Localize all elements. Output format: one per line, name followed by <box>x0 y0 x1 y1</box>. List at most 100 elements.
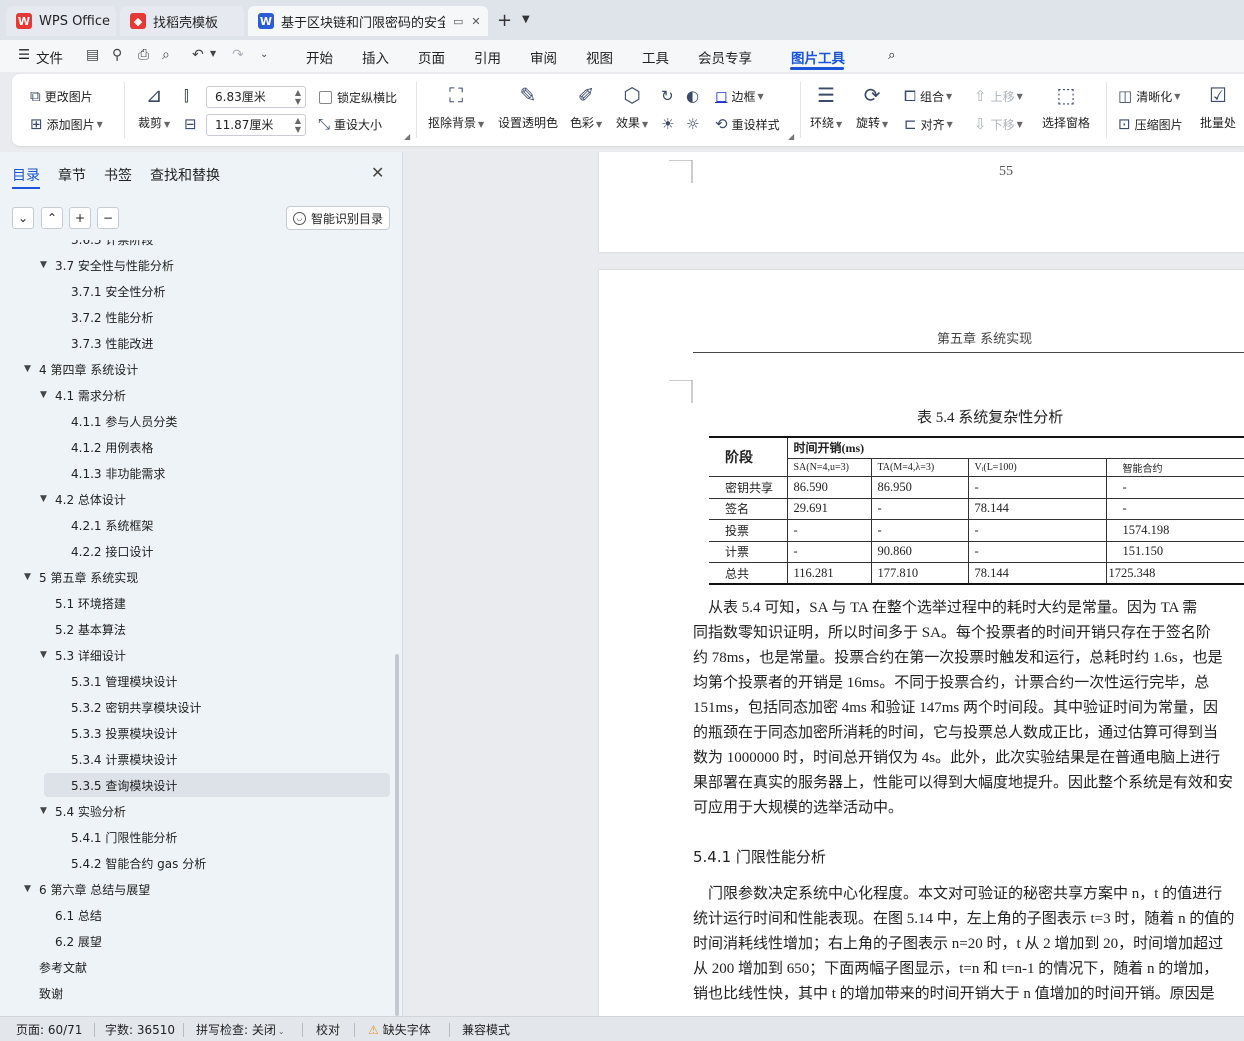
menu-member[interactable]: 会员专享 <box>698 47 752 67</box>
undo-icon[interactable]: ↶ <box>192 47 204 63</box>
brightness-icon[interactable]: ☀ <box>661 115 678 133</box>
link-icon[interactable]: ⚲ <box>112 47 122 63</box>
spell-check-toggle[interactable]: 拼写检查: 关闭 ⌄ <box>196 1021 285 1038</box>
menu-tools[interactable]: 工具 <box>642 47 669 67</box>
toc-item[interactable]: 6.1 总结 <box>0 903 392 927</box>
toc-item[interactable]: 5.3.2 密钥共享模块设计 <box>0 695 392 719</box>
toc-item[interactable]: 4.2.2 接口设计 <box>0 539 392 563</box>
brightness-down-icon[interactable]: ☼ <box>686 115 703 133</box>
send-backward-button[interactable]: ⇩ 下移 ▼ <box>974 115 1023 133</box>
print-icon[interactable]: ⎙ <box>138 47 149 63</box>
toc-item[interactable]: ▼ 5.4 实验分析 <box>0 799 392 823</box>
sidebar-tab-find-replace[interactable]: 查找和替换 <box>150 165 220 185</box>
sidebar-tab-chapters[interactable]: 章节 <box>58 165 86 185</box>
toc-item[interactable]: ▼ 4.2 总体设计 <box>0 487 392 511</box>
monitor-icon[interactable]: ▭ <box>453 15 463 28</box>
change-image-button[interactable]: ⧉ 更改图片 <box>30 87 93 105</box>
toc-expand-arrow-icon[interactable]: ▼ <box>24 884 31 894</box>
toc-item[interactable]: ▼ 5 第五章 系统实现 <box>0 565 392 589</box>
dialog-launcher-icon[interactable]: ◢ <box>404 132 410 141</box>
save-icon[interactable]: ▤ <box>86 47 99 63</box>
sharpen-button[interactable]: ◫ 清晰化 ▼ <box>1118 87 1180 105</box>
toc-item[interactable]: 4.1.3 非功能需求 <box>0 461 392 485</box>
brightness-up-icon[interactable]: ↻ <box>661 87 678 105</box>
toc-item[interactable]: 4.2.1 系统框架 <box>0 513 392 537</box>
toc-item[interactable]: 5.3.4 计票模块设计 <box>0 747 392 771</box>
sidebar-tab-toc[interactable]: 目录 <box>12 165 40 185</box>
toc-item[interactable]: 5.4.2 智能合约 gas 分析 <box>0 851 392 875</box>
toc-item[interactable]: ▼ 3.7 安全性与性能分析 <box>0 253 392 277</box>
redo-icon[interactable]: ↷ <box>232 47 244 63</box>
word-count[interactable]: 字数: 36510 <box>105 1021 175 1038</box>
proofread-button[interactable]: 校对 <box>316 1021 340 1038</box>
effect-button[interactable]: ⬡ 效果 ▼ <box>616 82 648 131</box>
toc-item[interactable]: ▼ 5.3 详细设计 <box>0 643 392 667</box>
set-transparent-button[interactable]: ✎ 设置透明色 <box>498 82 558 131</box>
crop-button[interactable]: ⊿ 裁剪 ▼ <box>138 82 170 131</box>
toc-expand-arrow-icon[interactable]: ▼ <box>40 260 47 270</box>
expand-button[interactable]: ⌄ <box>12 207 34 229</box>
remove-background-button[interactable]: ⛶ 抠除背景 ▼ <box>428 82 484 131</box>
toc-expand-arrow-icon[interactable]: ▼ <box>40 806 47 816</box>
chevron-down-icon[interactable]: ▼ <box>210 49 216 58</box>
tab-document[interactable]: W 基于区块链和门限密码的安全 ▭ ✕ <box>248 6 488 36</box>
toc-item[interactable]: 3.7.1 安全性分析 <box>0 279 392 303</box>
toc-item[interactable]: 3.6.3 计票阶段 <box>0 240 392 251</box>
compress-image-button[interactable]: ⊡ 压缩图片 <box>1118 115 1183 133</box>
smart-toc-button[interactable]: ◡ 智能识别目录 <box>286 206 390 230</box>
search-icon[interactable]: ⌕ <box>888 47 896 63</box>
new-tab-icon[interactable]: + <box>497 10 512 31</box>
toc-item[interactable]: 参考文献 <box>0 955 392 979</box>
toc-item[interactable]: 6.2 展望 <box>0 929 392 953</box>
height-input[interactable]: 11.87厘米 ▲ ▼ <box>206 114 306 136</box>
menu-picture-tools[interactable]: 图片工具 <box>791 47 845 67</box>
menu-file[interactable]: 文件 <box>36 47 63 67</box>
page-indicator[interactable]: 页面: 60/71 <box>16 1021 82 1038</box>
toc-item[interactable]: 3.7.3 性能改进 <box>0 331 392 355</box>
menu-page[interactable]: 页面 <box>418 47 445 67</box>
width-stepper[interactable]: ▲ ▼ <box>295 88 301 106</box>
print-preview-icon[interactable]: ⌕ <box>162 47 170 63</box>
toc-item[interactable]: 5.4.1 门限性能分析 <box>0 825 392 849</box>
close-icon[interactable]: ✕ <box>471 15 480 28</box>
menu-view[interactable]: 视图 <box>586 47 613 67</box>
sidebar-scrollbar[interactable] <box>395 654 399 1016</box>
bring-forward-button[interactable]: ⇧ 上移 ▼ <box>974 87 1023 105</box>
toc-item[interactable]: 4.1.2 用例表格 <box>0 435 392 459</box>
remove-heading-button[interactable]: − <box>97 207 119 229</box>
chevron-down-icon[interactable]: ▼ <box>522 14 530 25</box>
toc-item[interactable]: ▼ 4 第四章 系统设计 <box>0 357 392 381</box>
selection-pane-button[interactable]: ⬚ 选择窗格 <box>1042 82 1090 131</box>
menu-references[interactable]: 引用 <box>474 47 501 67</box>
toc-item[interactable]: 5.3.1 管理模块设计 <box>0 669 392 693</box>
toc-expand-arrow-icon[interactable]: ▼ <box>40 650 47 660</box>
reset-style-button[interactable]: ⟲ 重设样式 <box>715 115 780 133</box>
menu-review[interactable]: 审阅 <box>530 47 557 67</box>
toc-item[interactable]: 致谢 <box>0 981 392 1005</box>
toc-item[interactable]: 5.3.5 查询模块设计 <box>44 773 390 797</box>
height-stepper[interactable]: ▲ ▼ <box>295 116 301 134</box>
hamburger-icon[interactable]: ☰ <box>18 47 30 63</box>
group-button[interactable]: ⧠ 组合 ▼ <box>904 87 952 105</box>
toc-item[interactable]: 5.2 基本算法 <box>0 617 392 641</box>
toc-expand-arrow-icon[interactable]: ▼ <box>40 494 47 504</box>
align-button[interactable]: ⊏ 对齐 ▼ <box>904 115 953 133</box>
toc-item[interactable]: ▼ 4.1 需求分析 <box>0 383 392 407</box>
lock-ratio-checkbox[interactable]: 锁定纵横比 <box>319 89 397 106</box>
toc-expand-arrow-icon[interactable]: ▼ <box>24 364 31 374</box>
menu-home[interactable]: 开始 <box>306 47 333 67</box>
dialog-launcher-icon[interactable]: ◢ <box>788 132 794 141</box>
batch-process-button[interactable]: ☑ 批量处 <box>1200 82 1236 131</box>
add-heading-button[interactable]: + <box>69 207 91 229</box>
close-icon[interactable]: ✕ <box>371 163 384 182</box>
rotate-button[interactable]: ⟳ 旋转 ▼ <box>856 82 888 131</box>
tab-docer[interactable]: ◆ 找稻壳模板 <box>120 6 244 36</box>
tab-wps-office[interactable]: W WPS Office <box>6 6 116 36</box>
toc-expand-arrow-icon[interactable]: ▼ <box>40 390 47 400</box>
toc-item[interactable]: 5.3.3 投票模块设计 <box>0 721 392 745</box>
wrap-button[interactable]: ☰ 环绕 ▼ <box>810 82 842 131</box>
menu-insert[interactable]: 插入 <box>362 47 389 67</box>
collapse-button[interactable]: ⌃ <box>41 207 63 229</box>
toc-expand-arrow-icon[interactable]: ▼ <box>24 572 31 582</box>
color-button[interactable]: ✐ 色彩 ▼ <box>570 82 602 131</box>
